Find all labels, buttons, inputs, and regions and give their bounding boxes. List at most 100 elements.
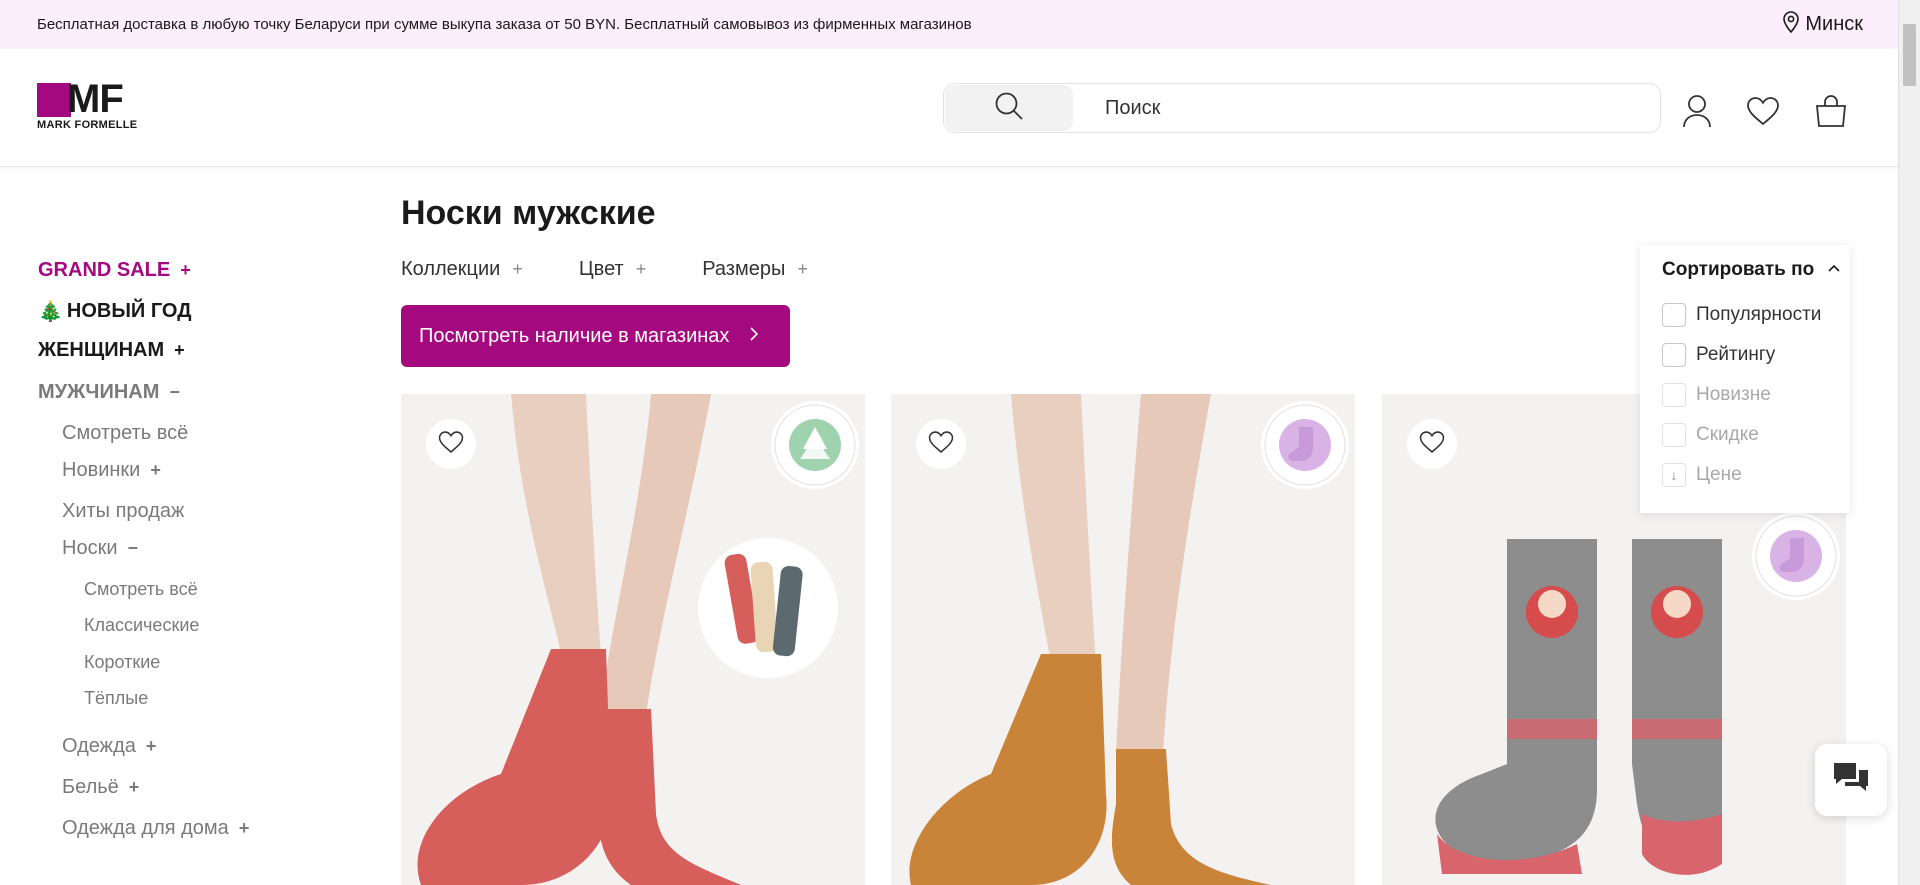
sort-option-popularity[interactable]: Популярности [1662, 303, 1821, 327]
expand-icon: + [174, 340, 185, 360]
sidebar-item-label: НОВЫЙ ГОД [66, 300, 192, 322]
favorite-button[interactable] [426, 419, 476, 469]
page-title: Носки мужские [401, 194, 656, 232]
user-icon [1682, 94, 1712, 133]
product-card[interactable] [891, 394, 1355, 885]
expand-icon: + [150, 460, 161, 480]
search-button[interactable] [945, 85, 1073, 131]
sidebar-item-clothing[interactable]: Одежда + [62, 735, 156, 758]
location-pin-icon [1783, 10, 1800, 39]
scrollbar-thumb[interactable] [1903, 24, 1916, 86]
logo-brand: MARK FORMELLE [37, 119, 138, 131]
sort-option-label: Популярности [1696, 304, 1822, 325]
sidebar-item-label: Классические [84, 615, 200, 635]
sock-badge-icon [1755, 515, 1837, 597]
collapse-icon: − [169, 382, 180, 402]
sidebar-item-men-hits[interactable]: Хиты продаж [62, 500, 184, 523]
checkbox[interactable] [1662, 383, 1686, 407]
sidebar-nav: GRAND SALE + 🎄 НОВЫЙ ГОД ЖЕНЩИНАМ + МУЖЧ… [0, 167, 360, 885]
heart-icon [1746, 96, 1780, 131]
sidebar-item-socks-short[interactable]: Короткие [84, 652, 160, 673]
sort-option-label: Новизне [1696, 384, 1771, 405]
page-scrollbar[interactable] [1898, 0, 1920, 885]
filter-sizes[interactable]: Размеры + [702, 258, 808, 281]
heart-icon [1419, 430, 1445, 459]
sidebar-item-socks-classic[interactable]: Классические [84, 615, 199, 636]
logo-square [37, 83, 71, 117]
expand-icon: + [797, 259, 808, 279]
heart-icon [438, 430, 464, 459]
expand-icon: + [145, 736, 157, 756]
checkbox[interactable] [1662, 343, 1686, 367]
heart-icon [928, 430, 954, 459]
sidebar-item-socks-all[interactable]: Смотреть всё [84, 579, 198, 600]
sidebar-item-label: ЖЕНЩИНАМ [38, 339, 165, 361]
checkbox[interactable] [1662, 303, 1686, 327]
sort-option-price[interactable]: ↓ Цене [1662, 463, 1742, 487]
sort-option-newness[interactable]: Новизне [1662, 383, 1771, 407]
sidebar-item-grand-sale[interactable]: GRAND SALE + [38, 259, 191, 282]
search-input[interactable] [1105, 96, 1605, 120]
sidebar-item-label: Тёплые [84, 688, 149, 708]
sort-option-label: Рейтингу [1696, 344, 1776, 365]
collapse-icon: − [127, 538, 139, 558]
filter-label: Цвет [578, 258, 624, 280]
sidebar-item-new-year[interactable]: 🎄 НОВЫЙ ГОД [38, 299, 191, 324]
favorites-button[interactable] [1745, 95, 1781, 131]
sort-option-label: Цене [1696, 464, 1742, 485]
sidebar-item-homewear[interactable]: Одежда для дома + [62, 817, 249, 840]
chevron-up-icon[interactable] [1828, 259, 1840, 275]
sort-title[interactable]: Сортировать по [1662, 259, 1814, 281]
christmas-tree-badge-icon [774, 404, 856, 486]
city-label: Минск [1805, 13, 1863, 35]
city-selector[interactable]: Минск [1783, 0, 1863, 49]
filter-collections[interactable]: Коллекции + [401, 258, 523, 281]
sidebar-item-men-new[interactable]: Новинки + [62, 459, 161, 482]
filter-color[interactable]: Цвет + [579, 258, 646, 281]
sock-badge-icon [1264, 404, 1346, 486]
chevron-right-icon [749, 325, 759, 348]
sidebar-item-label: Хиты продаж [62, 500, 185, 522]
sidebar-item-label: GRAND SALE [38, 259, 171, 281]
terry-foot-badge [1752, 512, 1840, 600]
promo-text: Бесплатная доставка в любую точку Белару… [37, 16, 972, 33]
cart-button[interactable] [1813, 94, 1849, 131]
sidebar-item-label: Одежда [62, 735, 136, 757]
sort-option-rating[interactable]: Рейтингу [1662, 343, 1775, 367]
sort-dropdown: Сортировать по Популярности Рейтингу Нов… [1640, 245, 1850, 513]
sidebar-item-label: Короткие [84, 652, 161, 672]
checkbox[interactable] [1662, 423, 1686, 447]
product-card[interactable] [401, 394, 865, 885]
sidebar-item-label: Смотреть всё [62, 422, 189, 444]
check-stores-button[interactable]: Посмотреть наличие в магазинах [401, 305, 790, 367]
search-bar [943, 83, 1661, 133]
sidebar-item-label: Одежда для дома [62, 817, 229, 839]
sidebar-item-label: Смотреть всё [84, 579, 198, 599]
sidebar-item-men[interactable]: МУЖЧИНАМ − [38, 381, 180, 404]
collection-badge [771, 401, 859, 489]
favorite-button[interactable] [1407, 419, 1457, 469]
logo[interactable]: MF MARK FORMELLE [37, 77, 157, 131]
chat-button[interactable] [1815, 744, 1887, 816]
expand-icon: + [180, 260, 191, 280]
promo-bar: Бесплатная доставка в любую точку Белару… [0, 0, 1898, 49]
site-header: MF MARK FORMELLE [0, 49, 1898, 167]
expand-icon: + [238, 818, 250, 838]
filter-label: Коллекции [401, 258, 501, 280]
expand-icon: + [128, 777, 140, 797]
arrow-down-icon[interactable]: ↓ [1662, 463, 1686, 487]
sidebar-item-men-all[interactable]: Смотреть всё [62, 422, 188, 445]
logo-mf: MF [67, 77, 124, 121]
filter-label: Размеры [702, 258, 786, 280]
tree-icon: 🎄 [38, 301, 63, 323]
sidebar-item-socks-warm[interactable]: Тёплые [84, 688, 148, 709]
sort-option-label: Скидке [1696, 424, 1759, 445]
sidebar-item-label: Носки [62, 537, 118, 559]
account-button[interactable] [1679, 94, 1715, 133]
sidebar-item-men-socks[interactable]: Носки − [62, 537, 138, 560]
sidebar-item-underwear[interactable]: Бельё + [62, 776, 139, 799]
sidebar-item-label: МУЖЧИНАМ [38, 381, 160, 403]
sort-option-discount[interactable]: Скидке [1662, 423, 1759, 447]
favorite-button[interactable] [916, 419, 966, 469]
sidebar-item-women[interactable]: ЖЕНЩИНАМ + [38, 339, 185, 362]
